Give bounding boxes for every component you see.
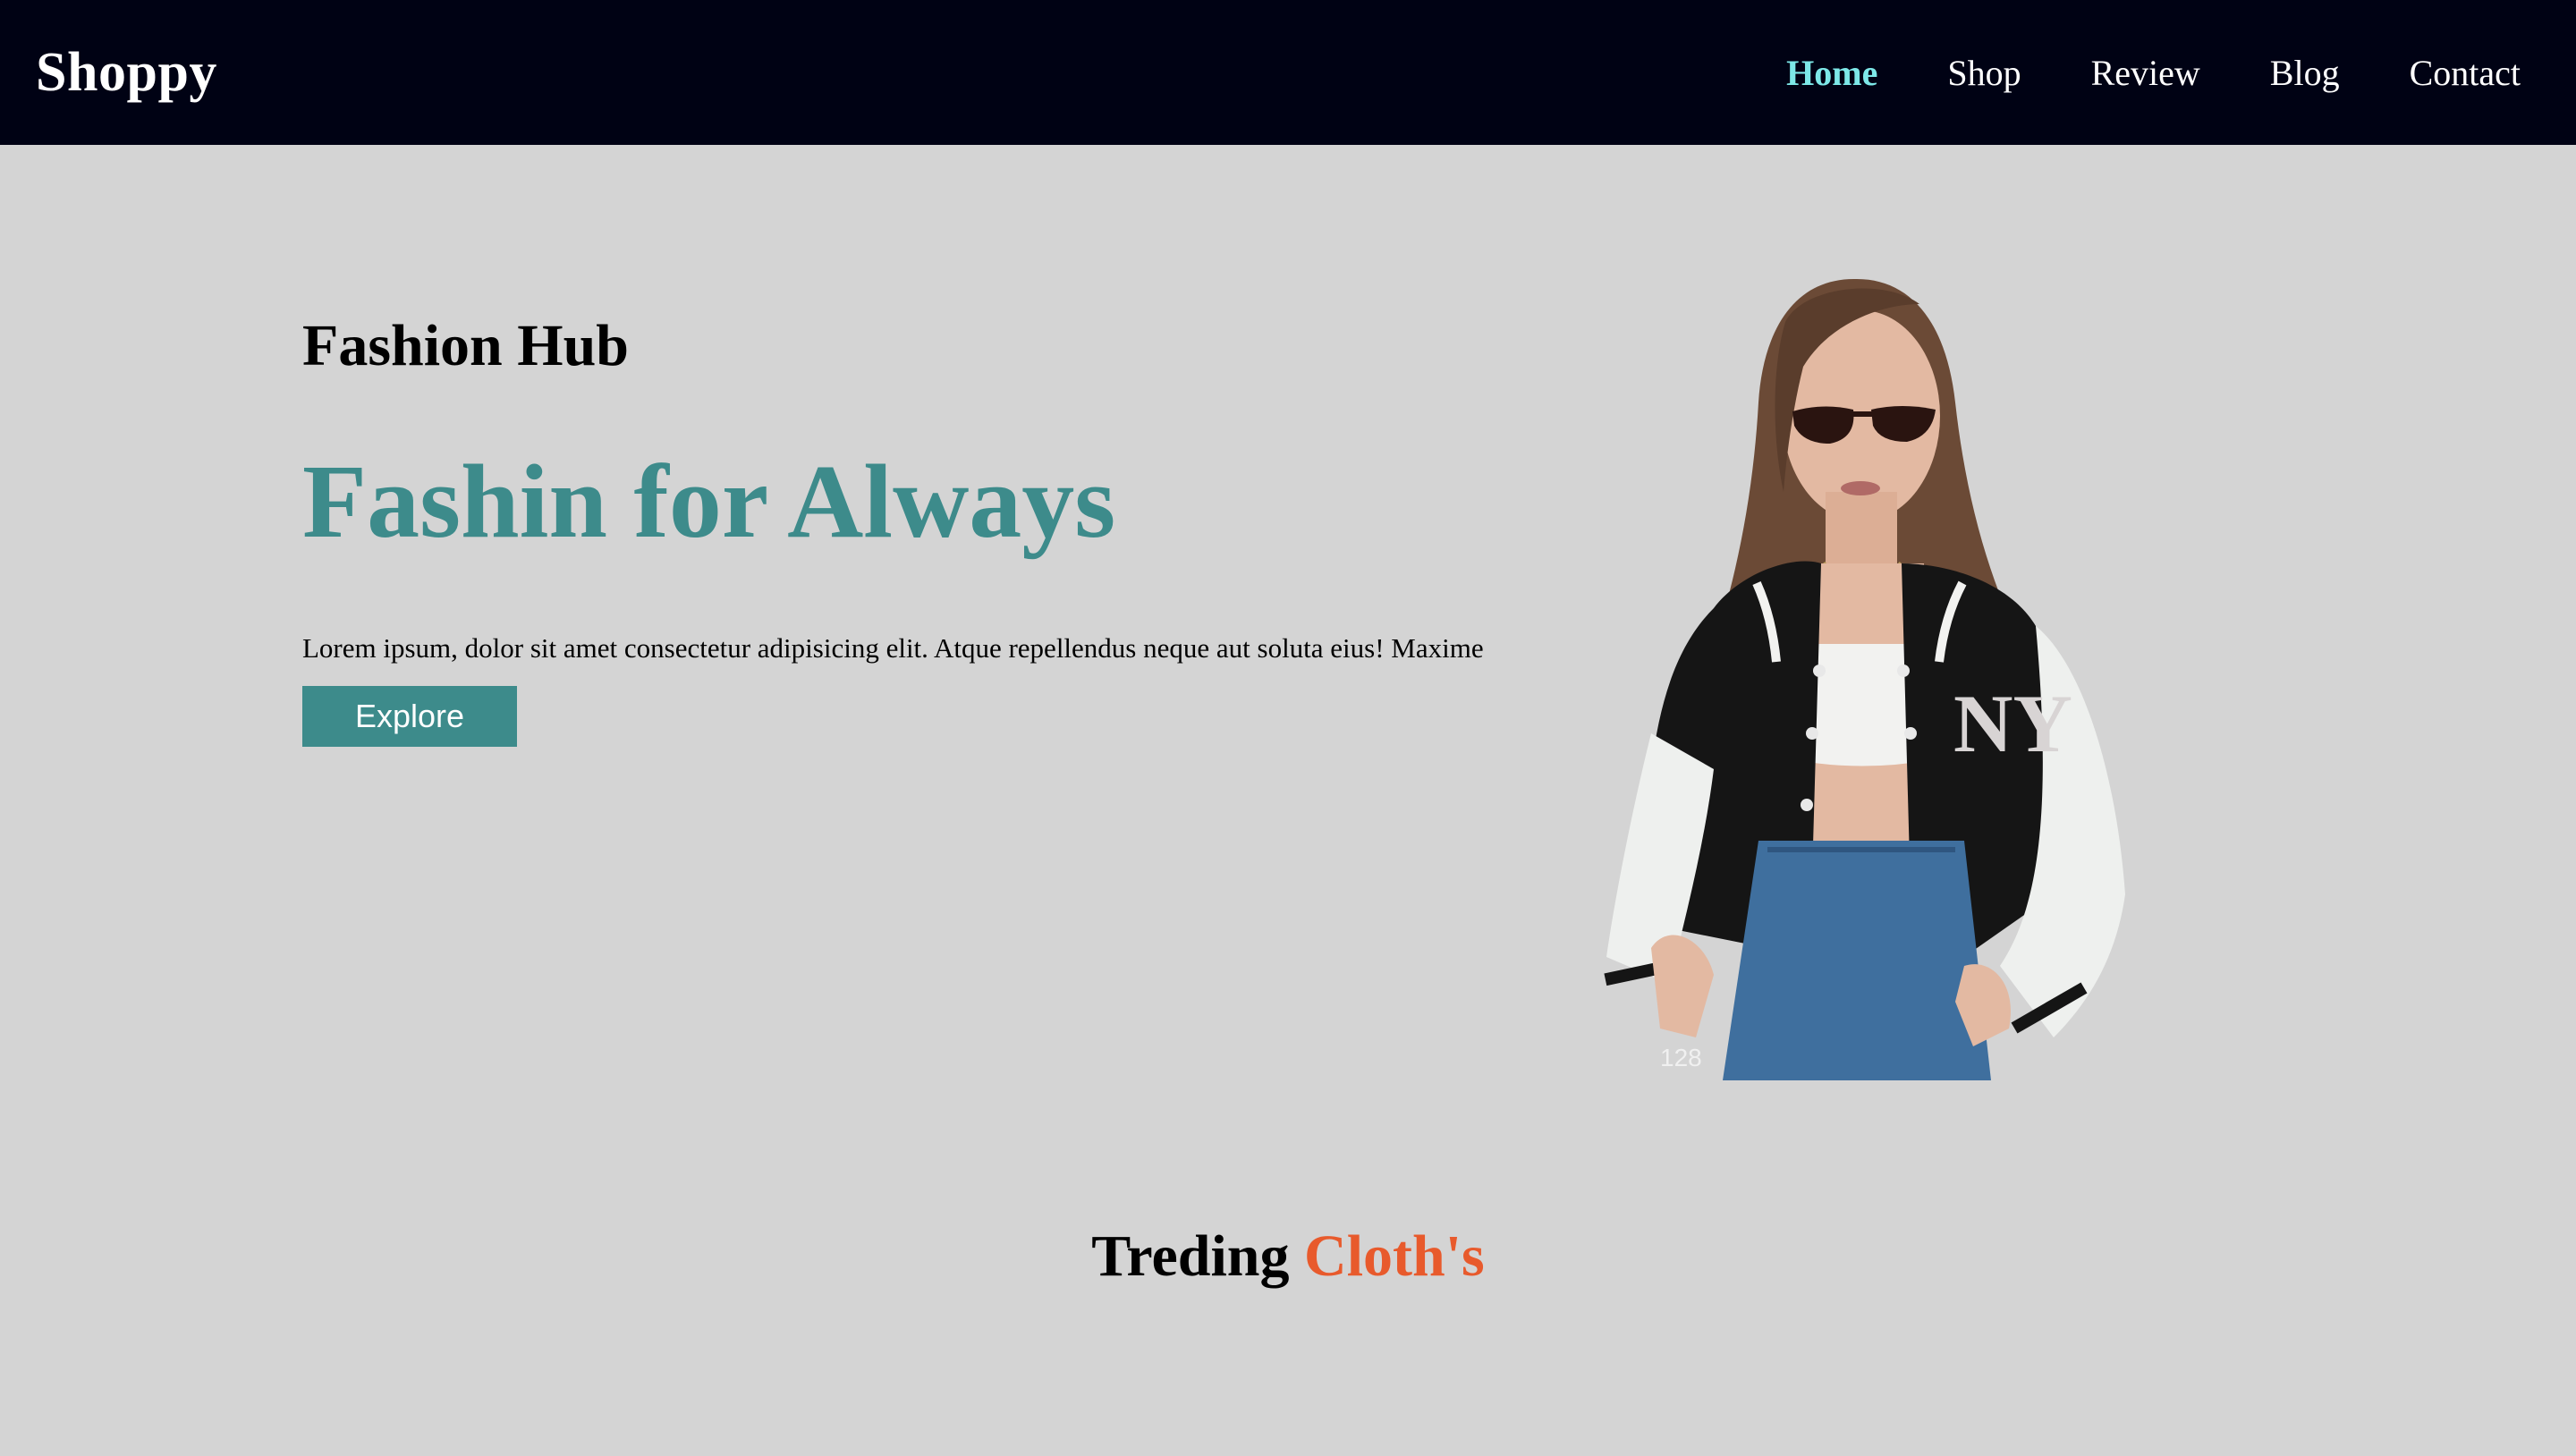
hero-headline: Fashin for Always (302, 443, 1116, 560)
hero-eyebrow: Fashion Hub (302, 313, 629, 378)
trending-title-part1: Treding (1091, 1223, 1290, 1289)
explore-button[interactable]: Explore (302, 686, 517, 748)
nav-link-blog[interactable]: Blog (2270, 52, 2340, 94)
svg-text:NY: NY (1953, 678, 2072, 769)
nav-link-contact[interactable]: Contact (2410, 52, 2521, 94)
hero-model-image: NY 128 (1589, 268, 2197, 1080)
nav-link-home[interactable]: Home (1786, 52, 1877, 94)
navbar: Shoppy Home Shop Review Blog Contact (0, 0, 2576, 145)
model-illustration: NY 128 (1604, 278, 2125, 1080)
hero-description: Lorem ipsum, dolor sit amet consectetur … (302, 632, 1484, 664)
nav-link-review[interactable]: Review (2091, 52, 2200, 94)
brand-logo[interactable]: Shoppy (36, 41, 217, 105)
nav-links: Home Shop Review Blog Contact (1786, 52, 2521, 94)
nav-link-shop[interactable]: Shop (1947, 52, 2021, 94)
trending-title: Treding Cloth's (0, 1227, 2576, 1286)
image-caption: 128 (1660, 1044, 1702, 1071)
hero-text: Fashion Hub Fashin for Always Lorem ipsu… (302, 313, 1572, 748)
trending-title-part2: Cloth's (1304, 1223, 1485, 1289)
